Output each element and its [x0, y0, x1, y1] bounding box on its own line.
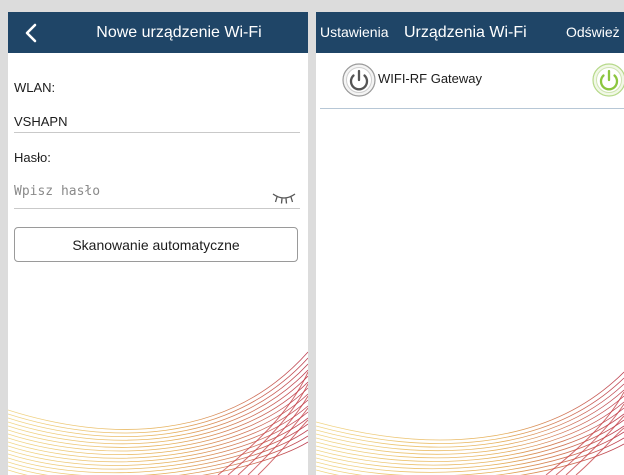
decorative-swirl	[316, 371, 624, 475]
wifi-devices-screen: Ustawienia Urządzenia Wi-Fi Odśwież WIFI…	[316, 12, 624, 475]
new-wifi-device-screen: Nowe urządzenie Wi-Fi WLAN: VSHAPN Hasło…	[8, 12, 308, 475]
decorative-swirl	[8, 351, 308, 475]
